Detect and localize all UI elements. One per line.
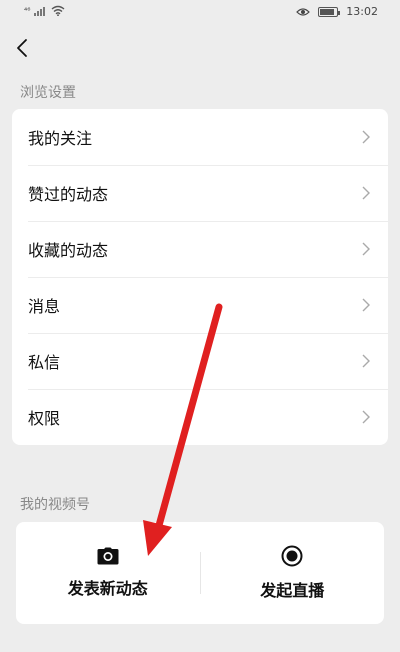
chevron-right-icon: [362, 242, 374, 256]
menu-item-messages[interactable]: 消息: [12, 277, 388, 333]
chevron-right-icon: [362, 130, 374, 144]
chevron-right-icon: [362, 186, 374, 200]
chevron-right-icon: [362, 410, 374, 424]
start-live-label: 发起直播: [260, 581, 325, 600]
menu-item-label: 权限: [28, 409, 61, 428]
my-channel-title: 我的视频号: [20, 497, 90, 513]
browse-settings-title: 浏览设置: [20, 85, 76, 101]
menu-item-permissions[interactable]: 权限: [12, 389, 388, 445]
menu-item-liked-posts[interactable]: 赞过的动态: [12, 165, 388, 221]
record-icon: [281, 545, 303, 567]
start-live-button[interactable]: 发起直播: [201, 522, 385, 624]
signal-icon: [34, 6, 46, 16]
clock-time: 13:02: [346, 5, 378, 18]
menu-item-following[interactable]: 我的关注: [12, 109, 388, 165]
camera-icon: [97, 547, 119, 565]
chevron-right-icon: [362, 354, 374, 368]
wifi-icon: [51, 5, 65, 16]
menu-item-label: 赞过的动态: [28, 185, 109, 204]
eye-icon: [296, 7, 311, 16]
status-bar: ⁴⁶ 13:02: [0, 0, 400, 26]
battery-level-fill: [320, 8, 335, 15]
menu-item-label: 收藏的动态: [28, 241, 109, 260]
browse-settings-card: 我的关注 赞过的动态 收藏的动态 消息 私信 权限: [12, 109, 388, 445]
menu-item-label: 我的关注: [28, 129, 93, 148]
my-channel-card: 发表新动态 发起直播: [16, 522, 384, 624]
chevron-right-icon: [362, 298, 374, 312]
menu-item-saved-posts[interactable]: 收藏的动态: [12, 221, 388, 277]
battery-icon: [318, 6, 341, 17]
post-new-label: 发表新动态: [67, 579, 148, 598]
status-left: ⁴⁶: [24, 5, 65, 16]
menu-item-label: 私信: [28, 353, 61, 372]
menu-item-private-messages[interactable]: 私信: [12, 333, 388, 389]
post-new-button[interactable]: 发表新动态: [16, 522, 200, 624]
back-button[interactable]: [10, 36, 34, 60]
menu-item-label: 消息: [28, 297, 61, 316]
network-type-text: ⁴⁶: [24, 5, 31, 15]
status-right: 13:02: [296, 5, 378, 18]
chevron-left-icon: [17, 39, 27, 57]
